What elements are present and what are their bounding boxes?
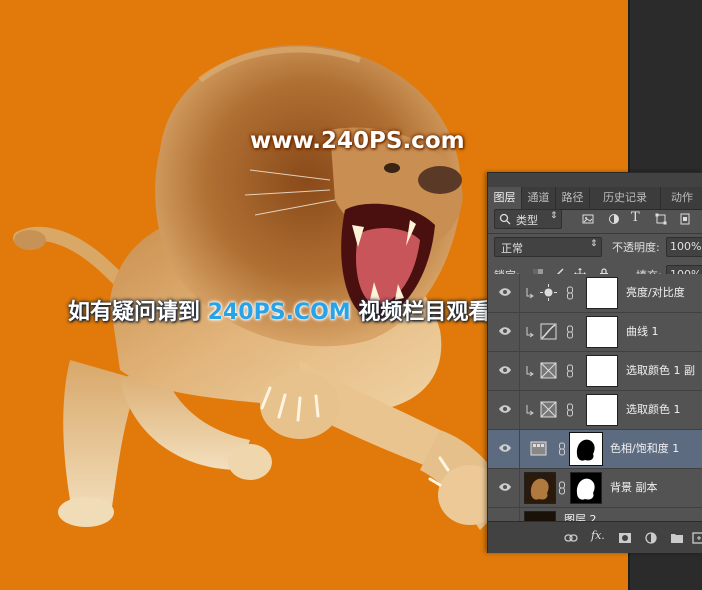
eye-icon[interactable] <box>498 326 512 336</box>
layer-name[interactable]: 亮度/对比度 <box>626 274 685 312</box>
eye-icon[interactable] <box>498 404 512 414</box>
layer-mask-thumbnail[interactable] <box>586 355 618 387</box>
add-mask-icon[interactable] <box>618 532 632 544</box>
filter-arrows-icon: ⇕ <box>550 211 558 221</box>
mask-link-icon[interactable] <box>566 286 574 300</box>
mask-link-icon[interactable] <box>566 364 574 378</box>
curves-adjustment-icon <box>540 323 557 340</box>
layer-thumbnail[interactable] <box>524 472 556 504</box>
layer-mask-thumbnail[interactable] <box>586 277 618 309</box>
layer-mask-thumbnail[interactable] <box>570 472 602 504</box>
blend-mode-value: 正常 <box>501 242 523 255</box>
panel-footer: fx. <box>488 521 702 553</box>
shape-filter-icon[interactable] <box>655 213 667 225</box>
selective-color-icon <box>540 401 557 418</box>
clip-arrow-icon <box>526 288 534 299</box>
layer-mask-thumbnail[interactable] <box>586 394 618 426</box>
lion-mask-thumbnail[interactable] <box>569 432 603 466</box>
new-group-icon[interactable] <box>670 532 684 544</box>
eye-icon[interactable] <box>498 365 512 375</box>
mask-link-icon[interactable] <box>558 481 566 495</box>
panel-tabs: 图层 通道 路径 历史记录 动作 <box>488 187 702 210</box>
hue-saturation-icon <box>530 441 547 456</box>
layer-row[interactable]: 曲线 1 <box>488 313 702 352</box>
opacity-value: 100% <box>670 240 702 253</box>
panel-topbar[interactable] <box>488 173 702 188</box>
layer-name[interactable]: 选取颜色 1 副 <box>626 352 695 390</box>
pixel-filter-icon[interactable] <box>582 213 594 225</box>
clip-arrow-icon <box>526 327 534 338</box>
blend-arrows-icon: ⇕ <box>590 239 598 249</box>
layer-mask-thumbnail[interactable] <box>586 316 618 348</box>
layer-name[interactable]: 选取颜色 1 <box>626 391 681 429</box>
watermark-brand: 240PS.COM <box>207 300 351 325</box>
layer-row[interactable]: 亮度/对比度 <box>488 274 702 313</box>
opacity-label: 不透明度: <box>612 241 660 254</box>
tab-history[interactable]: 历史记录 <box>590 187 661 209</box>
opacity-input[interactable]: 100% <box>666 237 702 257</box>
type-filter-icon[interactable]: T <box>631 210 640 225</box>
mask-link-icon[interactable] <box>566 403 574 417</box>
eye-icon[interactable] <box>498 482 512 492</box>
add-style-icon[interactable]: fx. <box>591 529 605 542</box>
clip-arrow-icon <box>526 366 534 377</box>
new-adjustment-icon[interactable] <box>644 532 658 544</box>
tab-channels[interactable]: 通道 <box>522 187 556 209</box>
eye-icon[interactable] <box>498 443 512 453</box>
layer-name[interactable]: 色相/饱和度 1 <box>610 430 679 468</box>
layer-row[interactable]: 选取颜色 1 <box>488 391 702 430</box>
watermark-url: www.240PS.com <box>250 128 465 154</box>
tab-layers[interactable]: 图层 <box>488 187 522 210</box>
eye-icon[interactable] <box>498 287 512 297</box>
smart-object-filter-icon[interactable] <box>679 213 691 225</box>
layer-name[interactable]: 背景 副本 <box>610 469 658 507</box>
layer-name[interactable]: 曲线 1 <box>626 313 659 351</box>
layer-filter-select[interactable]: 类型 ⇕ <box>494 209 562 229</box>
divider <box>488 233 702 234</box>
mask-link-icon[interactable] <box>566 325 574 339</box>
brightness-adjustment-icon <box>540 284 557 301</box>
mask-link-icon[interactable] <box>558 442 566 456</box>
filter-label: 类型 <box>516 214 538 227</box>
selective-color-icon <box>540 362 557 379</box>
link-layers-icon[interactable] <box>564 532 578 544</box>
watermark-prefix: 如有疑问请到 <box>68 300 208 325</box>
tab-paths[interactable]: 路径 <box>556 187 590 209</box>
adjustment-filter-icon[interactable] <box>608 213 620 225</box>
tab-actions[interactable]: 动作 <box>661 187 702 209</box>
search-icon <box>499 213 511 225</box>
layer-row-selected[interactable]: 色相/饱和度 1 <box>488 430 702 469</box>
new-layer-icon[interactable] <box>692 532 702 544</box>
layer-row[interactable]: 选取颜色 1 副 <box>488 352 702 391</box>
clip-arrow-icon <box>526 405 534 416</box>
layers-panel[interactable]: 图层 通道 路径 历史记录 动作 类型 ⇕ T 正常 ⇕ 不透明度: 100% … <box>487 172 702 553</box>
blend-mode-select[interactable]: 正常 ⇕ <box>494 237 602 257</box>
